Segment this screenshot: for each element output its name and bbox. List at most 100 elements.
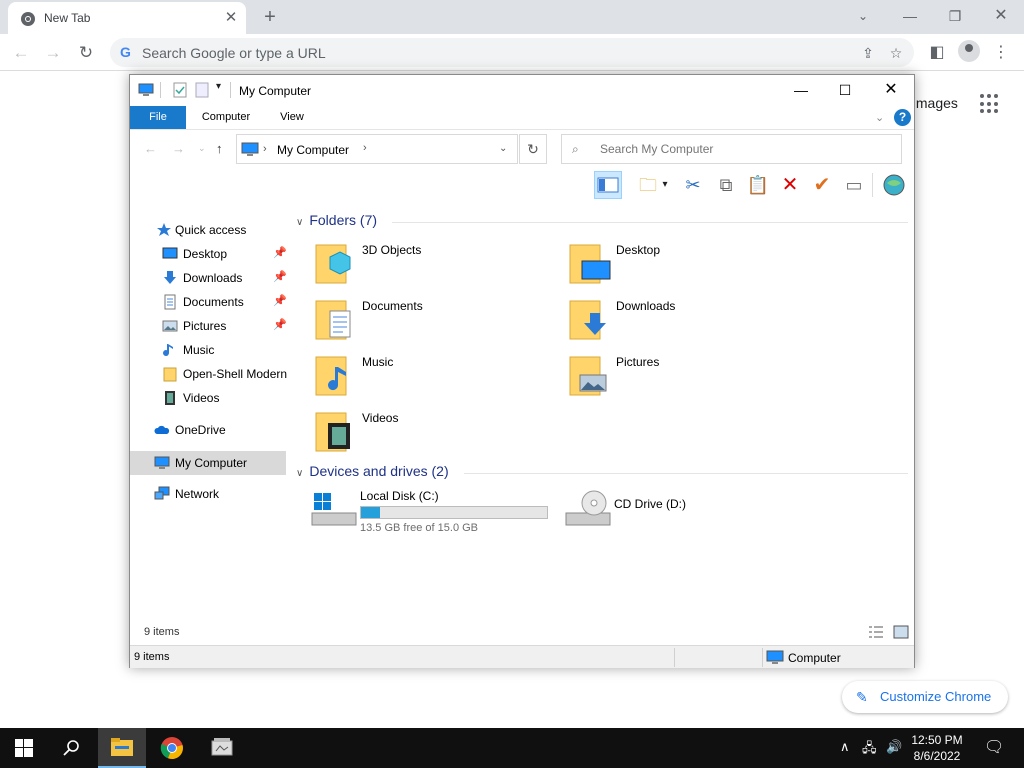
sidebar-item-network[interactable]: Network (130, 483, 290, 505)
drive-local-disk-c[interactable]: Local Disk (C:) 13.5 GB free of 15.0 GB (310, 489, 550, 539)
explorer-forward-icon[interactable]: → (172, 141, 185, 156)
taskbar-file-explorer[interactable] (98, 728, 146, 768)
google-apps-icon[interactable] (980, 94, 1000, 114)
start-button[interactable] (0, 728, 48, 768)
pane-layout-icon (597, 177, 619, 193)
explorer-close-icon[interactable]: ✕ (868, 75, 914, 105)
breadcrumb-chevron-icon[interactable]: › (263, 143, 267, 155)
explorer-maximize-icon[interactable]: ☐ (822, 75, 868, 105)
search-input[interactable] (600, 141, 890, 157)
paste-icon[interactable]: 📋 (744, 171, 772, 199)
new-folder-dropdown-icon[interactable]: ▾ (658, 171, 672, 199)
sidebar-item-documents[interactable]: Documents 📌 (130, 291, 290, 313)
sidebar-item-music[interactable]: Music (130, 339, 290, 361)
address-dropdown-icon[interactable]: ⌄ (499, 143, 507, 154)
expand-ribbon-chevron-icon[interactable]: ⌄ (875, 111, 884, 124)
minimize-icon[interactable]: — (887, 4, 933, 28)
notifications-icon[interactable]: 🗨 (984, 737, 1004, 757)
breadcrumb-chevron-icon[interactable]: › (363, 142, 367, 154)
sidebar-item-open-shell-modern[interactable]: Open-Shell Modern (130, 363, 290, 385)
pin-icon[interactable]: 📌 (273, 270, 287, 283)
large-icons-view-icon[interactable] (893, 625, 909, 639)
copy-icon[interactable]: ⧉ (712, 171, 740, 199)
folder-label: Downloads (616, 299, 676, 313)
folder-desktop[interactable]: Desktop (568, 241, 808, 291)
restore-icon[interactable]: ❐ (932, 4, 978, 28)
search-box[interactable]: ⌕ (561, 134, 902, 164)
sidebar-item-onedrive[interactable]: OneDrive (130, 419, 290, 441)
pin-icon[interactable]: 📌 (273, 294, 287, 307)
tab-close-icon[interactable]: ✕ (222, 9, 240, 27)
tab-file[interactable]: File (130, 106, 186, 129)
clock[interactable]: 12:50 PM 8/6/2022 (902, 732, 972, 764)
sidebar-item-quick-access[interactable]: Quick access (130, 219, 290, 241)
properties-icon[interactable] (172, 82, 188, 98)
explorer-back-icon[interactable]: ← (144, 141, 157, 156)
sidebar-item-label: OneDrive (175, 423, 226, 437)
taskbar-search-button[interactable] (48, 728, 96, 768)
back-arrow-icon[interactable]: ← (8, 40, 34, 66)
up-arrow-icon[interactable]: ↑ (216, 141, 223, 156)
rename-icon[interactable]: ▭ (840, 171, 868, 199)
collapse-chevron-icon[interactable]: ∨ (296, 468, 303, 479)
tab-view[interactable]: View (270, 106, 314, 129)
pin-icon[interactable]: 📌 (273, 246, 287, 259)
drive-cd-d[interactable]: CD Drive (D:) (564, 489, 764, 539)
folder-downloads[interactable]: Downloads (568, 297, 808, 347)
address-text[interactable]: My Computer (277, 143, 349, 157)
folders-group-header[interactable]: ∨ Folders (7) (296, 212, 377, 228)
folder-documents[interactable]: Documents (314, 297, 554, 347)
pictures-folder-icon (569, 356, 607, 396)
sidebar-item-desktop[interactable]: Desktop 📌 (130, 243, 290, 265)
taskbar-app[interactable] (198, 728, 246, 768)
tab-search-chevron-icon[interactable]: ⌄ (840, 4, 886, 28)
folder-videos[interactable]: Videos (314, 409, 554, 459)
taskbar: ∧ 🖧 🔊 12:50 PM 8/6/2022 🗨 (0, 728, 1024, 768)
new-tab-button[interactable]: + (258, 5, 282, 29)
chrome-menu-icon[interactable]: ⋮ (988, 40, 1014, 66)
details-view-icon[interactable] (868, 625, 884, 639)
explorer-titlebar[interactable]: ▾ My Computer — ☐ ✕ (130, 75, 914, 105)
quick-access-dropdown-icon[interactable]: ▾ (216, 81, 221, 92)
customize-chrome-button[interactable]: ✎ Customize Chrome (842, 681, 1008, 713)
folder-3d-objects[interactable]: 3D Objects (314, 241, 554, 291)
pin-icon[interactable]: 📌 (273, 318, 287, 331)
images-link[interactable]: Images (912, 95, 958, 111)
share-icon[interactable]: ⇪ (858, 43, 878, 63)
video-icon (165, 391, 175, 405)
chrome-tab-new-tab[interactable]: New Tab ✕ (8, 2, 246, 34)
navigation-pane-button[interactable] (594, 171, 622, 199)
taskbar-chrome[interactable] (148, 728, 196, 768)
devices-group-header[interactable]: ∨ Devices and drives (2) (296, 463, 449, 479)
recent-locations-icon[interactable]: ⌄ (198, 143, 206, 154)
delete-icon[interactable]: ✕ (776, 171, 804, 199)
volume-icon[interactable]: 🔊 (886, 739, 902, 755)
network-tray-icon[interactable]: 🖧 (862, 739, 877, 761)
help-icon[interactable]: ? (894, 109, 911, 126)
clock-date: 8/6/2022 (913, 749, 961, 763)
tab-computer[interactable]: Computer (194, 106, 258, 129)
globe-icon[interactable] (880, 171, 908, 199)
new-folder-icon[interactable] (194, 82, 210, 98)
side-panel-icon[interactable]: ◧ (924, 40, 950, 66)
close-window-icon[interactable]: ✕ (978, 4, 1024, 28)
tray-overflow-chevron-icon[interactable]: ∧ (840, 739, 850, 755)
check-icon[interactable]: ✔ (808, 171, 836, 199)
explorer-minimize-icon[interactable]: — (778, 75, 824, 105)
folder-music[interactable]: Music (314, 353, 554, 403)
forward-arrow-icon[interactable]: → (40, 40, 66, 66)
address-bar[interactable]: › My Computer › ⌄ (236, 134, 518, 164)
sidebar-item-videos[interactable]: Videos (130, 387, 290, 409)
sidebar-item-my-computer[interactable]: My Computer (130, 451, 286, 475)
cut-icon[interactable]: ✂ (679, 171, 707, 199)
bookmark-star-icon[interactable]: ☆ (886, 43, 906, 63)
sidebar-item-downloads[interactable]: Downloads 📌 (130, 267, 290, 289)
reload-icon[interactable]: ↻ (73, 40, 99, 66)
collapse-chevron-icon[interactable]: ∨ (296, 217, 303, 228)
profile-avatar[interactable] (958, 40, 980, 62)
sidebar-item-pictures[interactable]: Pictures 📌 (130, 315, 290, 337)
omnibox[interactable]: G Search Google or type a URL ⇪ ☆ (110, 38, 914, 67)
search-icon (63, 740, 79, 756)
folder-pictures[interactable]: Pictures (568, 353, 808, 403)
refresh-icon[interactable]: ↻ (519, 134, 547, 164)
